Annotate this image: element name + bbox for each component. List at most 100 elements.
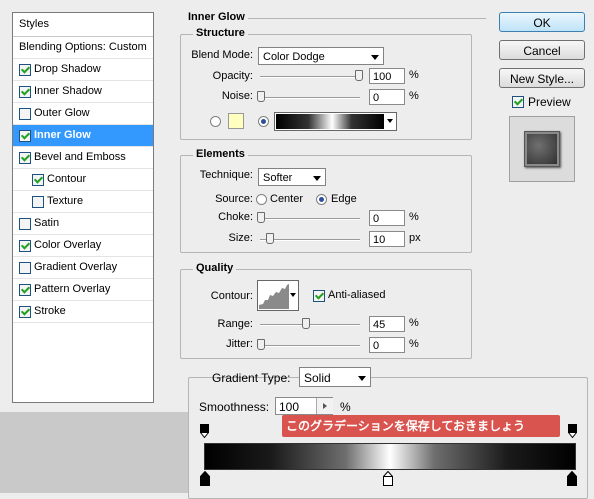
- style-item[interactable]: Gradient Overlay: [13, 257, 153, 279]
- style-item-checkbox[interactable]: [19, 64, 31, 76]
- jitter-slider-thumb[interactable]: [257, 339, 265, 350]
- style-item-checkbox[interactable]: [19, 86, 31, 98]
- style-item[interactable]: Satin: [13, 213, 153, 235]
- gradient-radio[interactable]: [258, 116, 269, 127]
- opacity-slider-thumb[interactable]: [355, 70, 363, 81]
- style-item-label: Drop Shadow: [34, 63, 101, 75]
- opacity-field[interactable]: 100: [369, 68, 405, 84]
- styles-header: Styles: [13, 13, 153, 37]
- noise-slider-thumb[interactable]: [257, 91, 265, 102]
- gradient-type-select[interactable]: Solid: [299, 367, 371, 387]
- noise-label: Noise:: [221, 90, 253, 102]
- range-slider-thumb[interactable]: [302, 318, 310, 329]
- size-slider-thumb[interactable]: [266, 233, 274, 244]
- blend-mode-value: Color Dodge: [263, 51, 325, 63]
- technique-select[interactable]: Softer: [258, 168, 326, 186]
- noise-slider-track[interactable]: [260, 97, 360, 99]
- ok-button[interactable]: OK: [499, 12, 585, 32]
- style-item-checkbox[interactable]: [19, 284, 31, 296]
- style-item-label: Blending Options: Custom: [19, 41, 147, 53]
- source-edge-radio[interactable]: [316, 194, 327, 205]
- blend-mode-label: Blend Mode:: [191, 49, 253, 61]
- chevron-down-icon: [387, 119, 393, 123]
- range-slider-track[interactable]: [260, 324, 360, 326]
- style-item[interactable]: Stroke: [13, 301, 153, 323]
- gradient-picker[interactable]: [274, 112, 397, 131]
- title-rule: [248, 18, 486, 19]
- elements-title: Elements: [193, 148, 248, 160]
- source-edge-label[interactable]: Edge: [331, 193, 357, 205]
- preview-checkbox[interactable]: [512, 96, 524, 108]
- style-item[interactable]: Contour: [13, 169, 153, 191]
- anti-aliased-label[interactable]: Anti-aliased: [328, 289, 385, 301]
- style-item-label: Inner Shadow: [34, 85, 102, 97]
- solid-color-swatch[interactable]: [228, 113, 244, 129]
- style-item[interactable]: Inner Shadow: [13, 81, 153, 103]
- color-stop-middle[interactable]: [382, 470, 394, 487]
- gradient-bar[interactable]: [204, 443, 576, 470]
- chevron-down-icon: [371, 55, 379, 60]
- smoothness-value: 100: [279, 400, 300, 414]
- size-slider-track[interactable]: [260, 239, 360, 241]
- style-item[interactable]: Drop Shadow: [13, 59, 153, 81]
- gradient-type-label: Gradient Type:: [212, 371, 291, 385]
- contour-picker[interactable]: [257, 280, 299, 311]
- source-center-radio[interactable]: [256, 194, 267, 205]
- smoothness-field[interactable]: 100: [275, 397, 333, 415]
- style-item-checkbox[interactable]: [19, 130, 31, 142]
- section-title: Inner Glow: [188, 11, 245, 23]
- choke-field[interactable]: 0: [369, 210, 405, 226]
- source-label: Source:: [215, 193, 253, 205]
- style-item[interactable]: Bevel and Emboss: [13, 147, 153, 169]
- size-unit: px: [409, 232, 421, 244]
- opacity-label: Opacity:: [212, 70, 253, 82]
- jitter-field[interactable]: 0: [369, 337, 405, 353]
- jitter-label: Jitter:: [226, 338, 253, 350]
- style-item-checkbox[interactable]: [19, 262, 31, 274]
- range-field[interactable]: 45: [369, 316, 405, 332]
- noise-field[interactable]: 0: [369, 89, 405, 105]
- style-item-checkbox[interactable]: [19, 152, 31, 164]
- blend-mode-select[interactable]: Color Dodge: [258, 47, 384, 65]
- style-item-checkbox[interactable]: [19, 306, 31, 318]
- source-center-label[interactable]: Center: [270, 193, 303, 205]
- opacity-stop-left[interactable]: [199, 424, 210, 439]
- style-item-label: Color Overlay: [34, 239, 102, 251]
- new-style-button[interactable]: New Style...: [499, 68, 585, 88]
- chevron-down-icon: [358, 376, 366, 381]
- cancel-button[interactable]: Cancel: [499, 40, 585, 60]
- anti-aliased-checkbox[interactable]: [313, 290, 325, 302]
- style-item-checkbox[interactable]: [32, 174, 44, 186]
- range-label: Range:: [217, 318, 253, 330]
- style-item-checkbox[interactable]: [19, 240, 31, 252]
- style-item[interactable]: Inner Glow: [13, 125, 153, 147]
- solid-color-radio[interactable]: [210, 116, 221, 127]
- style-item[interactable]: Blending Options: Custom: [13, 37, 153, 59]
- color-stop-right[interactable]: [566, 470, 578, 487]
- size-field[interactable]: 10: [369, 231, 405, 247]
- style-item-checkbox[interactable]: [32, 196, 44, 208]
- style-item[interactable]: Pattern Overlay: [13, 279, 153, 301]
- jitter-slider-track[interactable]: [260, 345, 360, 347]
- opacity-stop-right[interactable]: [567, 424, 578, 439]
- style-item-checkbox[interactable]: [19, 218, 31, 230]
- color-stop-icon: [382, 470, 394, 486]
- style-item[interactable]: Texture: [13, 191, 153, 213]
- opacity-unit: %: [409, 69, 419, 81]
- style-item[interactable]: Outer Glow: [13, 103, 153, 125]
- opacity-slider-track[interactable]: [260, 76, 360, 78]
- style-item-label: Stroke: [34, 305, 66, 317]
- smoothness-stepper[interactable]: [316, 398, 333, 414]
- choke-slider-track[interactable]: [260, 218, 360, 220]
- gradient-preview: [276, 114, 384, 129]
- preview-label[interactable]: Preview: [528, 95, 571, 109]
- chevron-down-icon: [290, 293, 296, 297]
- choke-slider-thumb[interactable]: [257, 212, 265, 223]
- technique-value: Softer: [263, 172, 293, 184]
- color-stop-icon: [199, 470, 211, 486]
- color-stop-left[interactable]: [199, 470, 211, 487]
- noise-unit: %: [409, 90, 419, 102]
- style-item[interactable]: Color Overlay: [13, 235, 153, 257]
- style-item-checkbox[interactable]: [19, 108, 31, 120]
- stop-marker-icon: [567, 424, 578, 439]
